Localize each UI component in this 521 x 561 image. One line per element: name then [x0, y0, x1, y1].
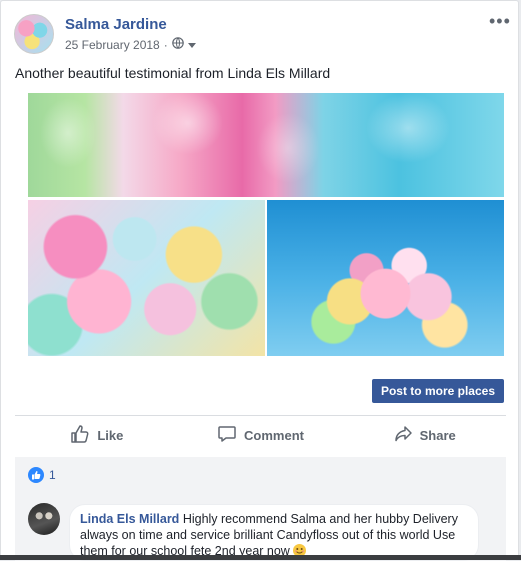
photo-cotton-candy-bags[interactable] — [28, 93, 504, 197]
thumbs-up-icon — [70, 424, 90, 447]
comment-bubble: Linda Els Millard Highly recommend Salma… — [69, 504, 479, 561]
post-to-more-places-button[interactable]: Post to more places — [372, 379, 504, 403]
post-text: Another beautiful testimonial from Linda… — [15, 65, 331, 81]
commenter-avatar[interactable] — [28, 503, 60, 535]
post-meta: 25 February 2018 · — [65, 37, 196, 52]
globe-icon[interactable] — [171, 37, 184, 52]
divider — [15, 415, 506, 416]
reaction-count[interactable]: 1 — [49, 468, 56, 482]
like-reaction-icon[interactable] — [28, 467, 44, 483]
meta-separator: · — [163, 37, 168, 52]
audience-dropdown-icon[interactable] — [187, 38, 196, 52]
more-options-icon[interactable]: ••• — [489, 11, 511, 32]
comment-icon — [217, 424, 237, 447]
post-date[interactable]: 25 February 2018 — [65, 38, 160, 52]
photo-cotton-candy-sky[interactable] — [267, 200, 504, 356]
share-button[interactable]: Share — [342, 418, 506, 452]
photo-cotton-candy-bunch[interactable] — [28, 200, 265, 356]
post-card: Salma Jardine 25 February 2018 · ••• Ano… — [0, 0, 519, 561]
author-avatar[interactable] — [14, 14, 54, 54]
share-label: Share — [419, 427, 456, 443]
comment-button[interactable]: Comment — [179, 418, 343, 452]
author-name[interactable]: Salma Jardine — [65, 16, 167, 33]
like-button[interactable]: Like — [15, 418, 179, 452]
bottom-bar — [0, 555, 521, 560]
like-label: Like — [97, 427, 124, 443]
comment-label: Comment — [244, 427, 304, 443]
commenter-name[interactable]: Linda Els Millard — [80, 512, 179, 526]
action-bar: Like Comment Share — [15, 418, 506, 452]
share-icon — [393, 424, 413, 447]
